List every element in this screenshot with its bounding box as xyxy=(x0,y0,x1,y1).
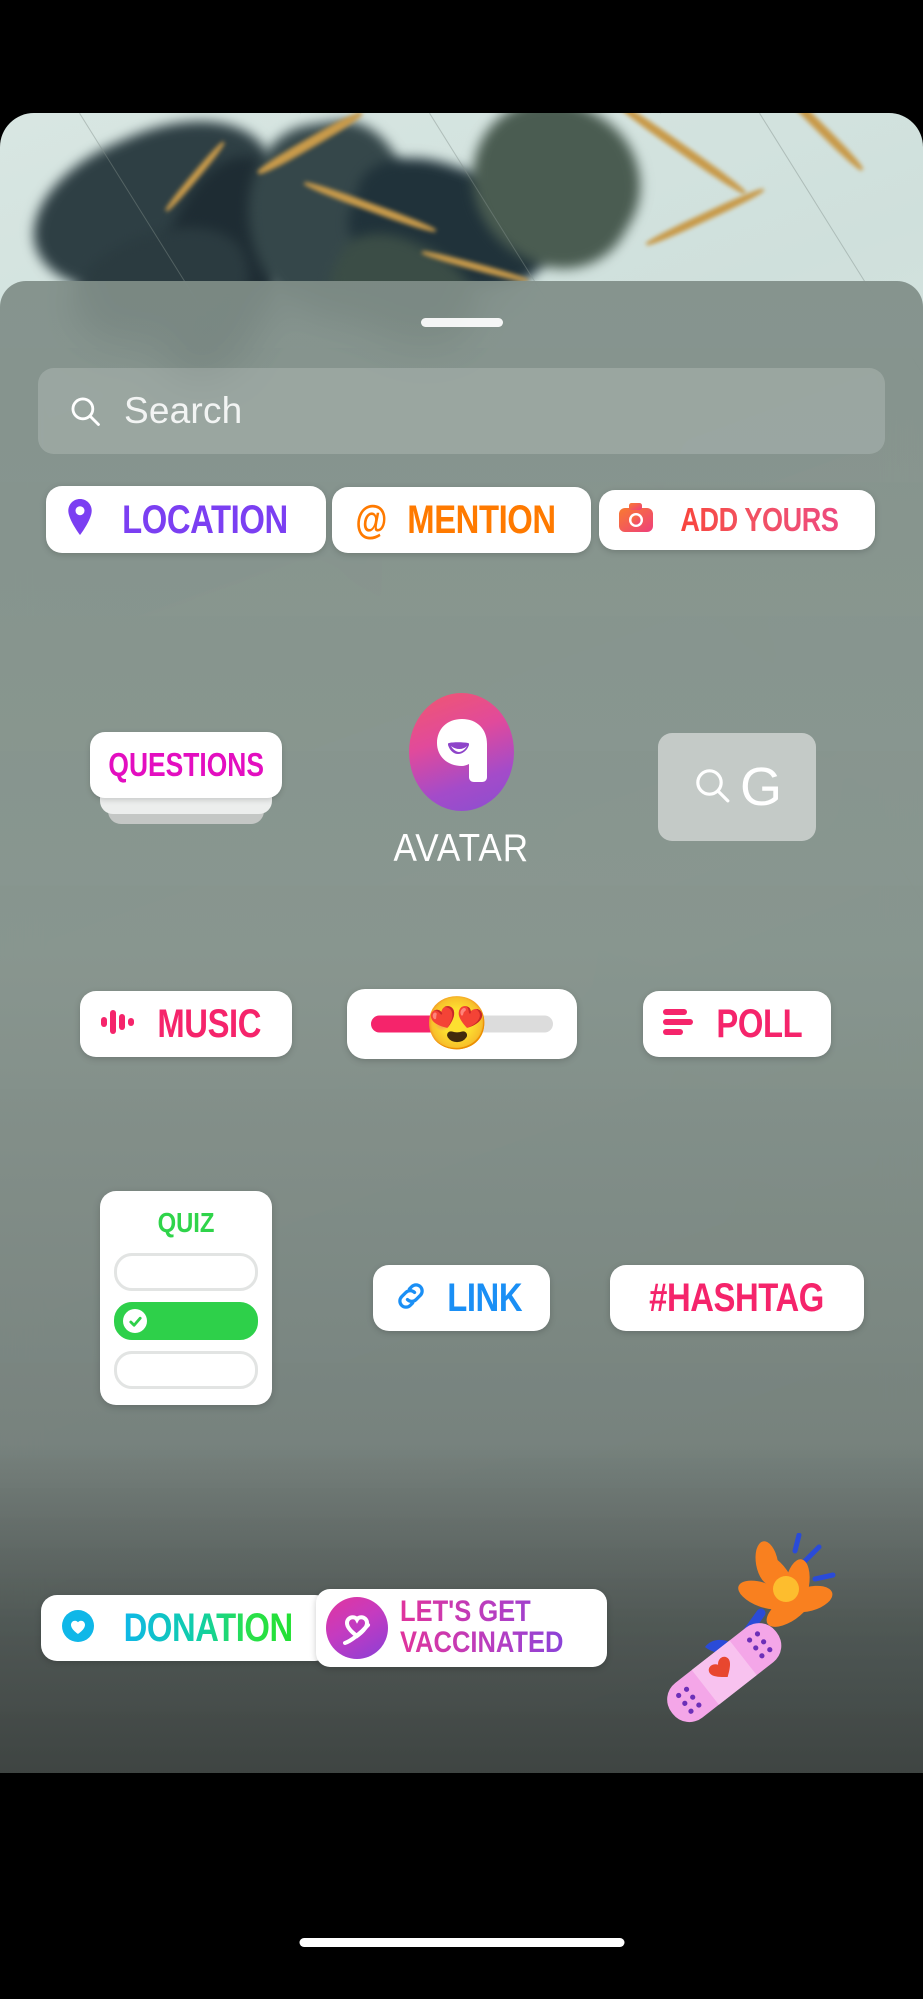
sticker-cell xyxy=(611,1533,863,1723)
sticker-label-vaccinated-line1: LET'S GET xyxy=(400,1597,563,1628)
sticker-quiz[interactable]: QUIZ xyxy=(100,1191,272,1405)
map-pin-icon xyxy=(66,499,94,540)
sticker-label-questions: QUESTIONS xyxy=(108,746,263,784)
bottom-system-area xyxy=(0,1773,923,1999)
sticker-row: LOCATION @ MENTION xyxy=(0,486,923,553)
quiz-option xyxy=(114,1253,258,1291)
sticker-label-add-yours: ADD YOURS xyxy=(680,503,838,536)
sticker-avatar[interactable] xyxy=(409,693,514,811)
avatar-face-icon xyxy=(431,715,493,790)
sticker-label-avatar: AVATAR xyxy=(394,827,529,871)
sticker-cell: @ MENTION xyxy=(336,487,588,553)
quiz-option-correct xyxy=(114,1302,258,1340)
sticker-label-vaccinated-line2: VACCINATED xyxy=(400,1628,563,1659)
vaccinated-text: LET'S GET VACCINATED xyxy=(400,1597,592,1658)
sticker-cell: LOCATION xyxy=(60,486,312,553)
questions-card-front: QUESTIONS xyxy=(90,732,282,798)
camera-icon xyxy=(619,503,653,537)
sticker-emoji-slider[interactable]: 😍 xyxy=(347,989,577,1059)
sticker-gif-search[interactable]: G xyxy=(658,733,816,841)
search-bar[interactable]: Search xyxy=(38,368,885,454)
sticker-label-donation: DONATION xyxy=(123,1608,292,1648)
sticker-questions[interactable]: QUESTIONS xyxy=(90,732,282,842)
search-icon xyxy=(68,394,102,428)
sticker-mention[interactable]: @ MENTION xyxy=(332,487,592,553)
sticker-cell: DONATION xyxy=(60,1595,312,1661)
heart-eyes-emoji[interactable]: 😍 xyxy=(425,998,490,1050)
home-indicator[interactable] xyxy=(299,1938,624,1947)
sticker-label-location: LOCATION xyxy=(122,500,288,540)
sticker-row: QUESTIONS AVATAR xyxy=(0,703,923,871)
sticker-cell: ADD YOURS xyxy=(611,490,863,550)
sticker-grid: LOCATION @ MENTION xyxy=(0,486,923,1723)
search-placeholder: Search xyxy=(124,390,242,432)
phone-screen: Search LOCATION @ MENTION xyxy=(0,0,923,1999)
sticker-row: DONATION LET'S GET VACCINATED xyxy=(0,1533,923,1723)
flower-bandage-icon xyxy=(637,1533,837,1723)
sticker-flower-bandage[interactable] xyxy=(637,1533,837,1723)
sticker-row: MUSIC 😍 xyxy=(0,989,923,1059)
poll-bars-icon xyxy=(663,1007,697,1042)
sticker-label-music: MUSIC xyxy=(157,1004,261,1044)
sticker-music[interactable]: MUSIC xyxy=(80,991,292,1057)
at-symbol-icon: @ xyxy=(355,500,385,540)
sticker-location[interactable]: LOCATION xyxy=(46,486,326,553)
search-icon xyxy=(692,765,732,810)
sticker-hashtag[interactable]: #HASHTAG xyxy=(610,1265,863,1331)
sticker-label-hashtag: #HASHTAG xyxy=(650,1278,825,1318)
sticker-poll[interactable]: POLL xyxy=(643,991,832,1057)
sticker-cell: LINK xyxy=(336,1265,588,1331)
music-waveform-icon xyxy=(100,1005,136,1044)
sticker-cell: QUIZ xyxy=(60,1191,312,1405)
heart-circle-icon xyxy=(61,1609,95,1648)
chain-link-icon xyxy=(393,1279,429,1318)
sticker-cell: G xyxy=(611,733,863,841)
sticker-vaccinated[interactable]: LET'S GET VACCINATED xyxy=(316,1589,606,1667)
sticker-cell: AVATAR xyxy=(336,693,588,871)
sheet-drag-handle[interactable] xyxy=(421,318,503,327)
sticker-cell: QUESTIONS xyxy=(60,732,312,842)
sticker-label-poll: POLL xyxy=(716,1004,802,1044)
sticker-cell: 😍 xyxy=(336,989,588,1059)
sticker-cell: MUSIC xyxy=(60,991,312,1057)
sticker-row: QUIZ xyxy=(0,1191,923,1405)
status-bar-area xyxy=(0,0,923,113)
sticker-label-mention: MENTION xyxy=(407,500,555,540)
check-icon xyxy=(123,1309,147,1333)
heart-ribbon-icon xyxy=(326,1597,388,1659)
sticker-label-quiz: QUIZ xyxy=(125,1207,247,1239)
quiz-option xyxy=(114,1351,258,1389)
sticker-cell: POLL xyxy=(611,991,863,1057)
sticker-link[interactable]: LINK xyxy=(373,1265,550,1331)
sticker-cell: LET'S GET VACCINATED xyxy=(336,1589,588,1667)
sticker-donation[interactable]: DONATION xyxy=(41,1595,331,1661)
sticker-cell: #HASHTAG xyxy=(611,1265,863,1331)
sticker-label-link: LINK xyxy=(447,1278,522,1318)
sticker-label-gif: G xyxy=(740,760,782,814)
sticker-tray-sheet: Search LOCATION @ MENTION xyxy=(0,281,923,1773)
sticker-add-yours[interactable]: ADD YOURS xyxy=(599,490,876,550)
